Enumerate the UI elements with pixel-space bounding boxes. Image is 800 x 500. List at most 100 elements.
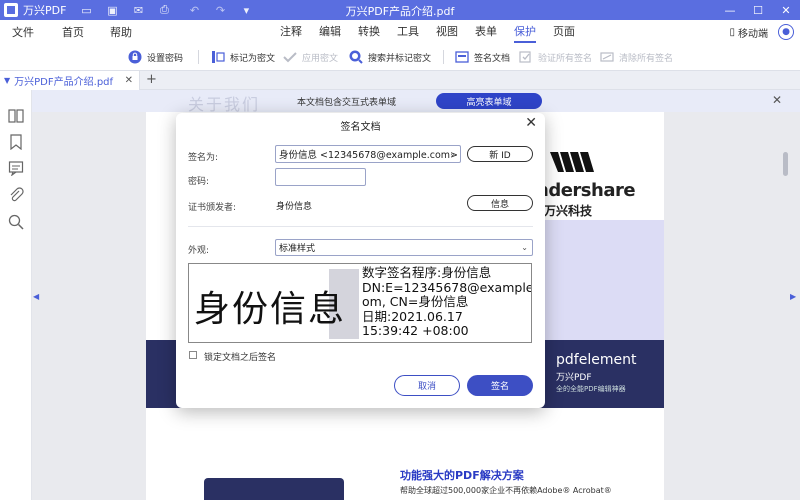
password-label: 密码: [188, 177, 210, 187]
chevron-down-icon[interactable]: ▼ [4, 76, 10, 85]
thumbnails-icon[interactable] [8, 108, 24, 124]
tab-convert[interactable]: 转换 [358, 21, 380, 43]
mobile-icon[interactable]: ▯ [729, 27, 735, 38]
highlight-fields-button[interactable]: 高亮表单域 [436, 93, 542, 109]
chevron-down-icon: ⌄ [521, 243, 528, 252]
signature-icon [455, 51, 469, 63]
title-bar: 万兴PDF ▭ ▣ ✉ ⎙ ↶ ↷ ▾ 万兴PDF产品介绍.pdf — ☐ ✕ [0, 0, 800, 20]
open-file-icon[interactable]: ▭ [78, 4, 94, 17]
menu-bar: 文件 首页 帮助 注释 编辑 转换 工具 视图 表单 保护 页面 ▯ 移动端 ● [0, 20, 800, 44]
menu-file[interactable]: 文件 [12, 24, 34, 40]
preview-line: 数字签名程序:身份信息 [362, 265, 492, 280]
close-window-button[interactable]: ✕ [772, 0, 800, 20]
product-tagline: 全的全能PDF编辑神器 [556, 385, 626, 393]
collapse-right-icon[interactable]: ▶ [790, 292, 796, 301]
issuer-label: 证书颁发者: [188, 203, 237, 213]
clear-signature-icon [600, 52, 614, 62]
info-button[interactable]: 信息 [467, 195, 533, 211]
appearance-select[interactable]: 标准样式 ⌄ [275, 239, 533, 256]
issuer-value: 身份信息 [276, 202, 313, 212]
dialog-close-button[interactable]: ✕ [525, 115, 537, 131]
signature-preview: 身份信息 数字签名程序:身份信息 DN:E=12345678@example.c… [188, 263, 532, 343]
preview-signer-name: 身份信息 [194, 289, 347, 330]
cancel-button[interactable]: 取消 [394, 375, 460, 396]
vertical-scrollbar[interactable] [780, 112, 800, 500]
sign-button[interactable]: 签名 [467, 375, 533, 396]
toolbar-separator [443, 50, 444, 64]
appearance-label: 外观: [188, 246, 210, 256]
check-icon [283, 52, 297, 63]
undo-icon[interactable]: ↶ [186, 4, 202, 17]
tab-protect[interactable]: 保护 [514, 21, 536, 43]
bookmark-icon[interactable] [8, 134, 24, 150]
document-tab-bar: ▼ 万兴PDF产品介绍.pdf ✕ + [0, 70, 800, 90]
left-sidebar [0, 90, 32, 500]
print-icon[interactable]: ⎙ [156, 3, 172, 17]
tab-comment[interactable]: 注释 [280, 21, 302, 43]
clear-signatures-tool[interactable]: 清除所有签名 [600, 50, 673, 64]
mobile-link[interactable]: 移动端 [738, 25, 768, 40]
sign-as-select[interactable]: 身份信息 <12345678@example.com> ⌄ [275, 145, 461, 163]
product-name-cn: 万兴PDF [556, 373, 592, 383]
sign-document-tool[interactable]: 签名文档 [455, 50, 510, 64]
app-name: 万兴PDF [23, 4, 67, 17]
product-screenshot-image [204, 478, 344, 500]
tab-form[interactable]: 表单 [475, 21, 497, 43]
search-icon[interactable] [8, 214, 24, 230]
chevron-down-icon: ⌄ [449, 149, 456, 158]
sign-as-label: 签名为: [188, 153, 219, 163]
wondershare-logo [550, 152, 594, 172]
menu-home[interactable]: 首页 [62, 24, 84, 40]
mail-icon[interactable]: ✉ [130, 4, 146, 17]
dialog-title: 签名文档 [340, 122, 381, 133]
scrollbar-thumb[interactable] [783, 152, 788, 176]
section-heading: 功能强大的PDF解决方案 [400, 469, 524, 482]
user-avatar-icon[interactable]: ● [778, 24, 794, 40]
form-notice-message: 本文档包含交互式表单域 [297, 98, 397, 108]
collapse-left-icon[interactable]: ◀ [33, 292, 39, 301]
maximize-button[interactable]: ☐ [744, 0, 772, 20]
new-tab-button[interactable]: + [146, 72, 157, 87]
set-password-tool[interactable]: 设置密码 [128, 50, 183, 64]
close-tab-button[interactable]: ✕ [125, 75, 133, 86]
preview-line: DN:E=12345678@example.c [362, 279, 532, 295]
redact-mark-icon [212, 51, 225, 63]
mark-redact-tool[interactable]: 标记为密文 [211, 50, 275, 64]
preview-details: 数字签名程序:身份信息 DN:E=12345678@example.c om, … [362, 265, 532, 339]
preview-line: om, CN=身份信息 [362, 294, 469, 309]
preview-line: 15:39:42 +08:00 [362, 323, 469, 338]
preview-line: 日期:2021.06.17 [362, 308, 463, 324]
brand-name: ndershare [536, 180, 636, 201]
section-subheading: 帮助全球超过500,000家企业不再依赖Adobe® Acrobat® [400, 486, 612, 495]
apply-redact-tool[interactable]: 应用密文 [283, 50, 338, 64]
comment-icon[interactable] [8, 160, 24, 176]
verify-signatures-tool[interactable]: 验证所有签名 [519, 50, 592, 64]
close-notice-button[interactable]: ✕ [772, 93, 782, 107]
new-id-button[interactable]: 新 ID [467, 146, 533, 162]
customize-dropdown-icon[interactable]: ▾ [238, 4, 254, 17]
lock-after-sign-label: 锁定文档之后签名 [204, 353, 277, 363]
tab-edit[interactable]: 编辑 [319, 21, 341, 43]
product-name: pdfelement [556, 352, 637, 368]
attachment-icon[interactable] [8, 187, 24, 203]
menu-help[interactable]: 帮助 [110, 24, 132, 40]
document-tab[interactable]: ▼ 万兴PDF产品介绍.pdf ✕ [0, 71, 140, 90]
divider [188, 226, 533, 227]
sign-document-dialog: 签名文档 ✕ 签名为: 身份信息 <12345678@example.com> … [176, 113, 545, 408]
form-notice-bar: 关于我们 本文档包含交互式表单域 高亮表单域 ✕ [32, 90, 800, 114]
search-redact-tool[interactable]: 搜索并标记密文 [349, 50, 431, 64]
verify-icon [519, 51, 531, 63]
tab-tools[interactable]: 工具 [397, 21, 419, 43]
tab-page[interactable]: 页面 [553, 21, 575, 43]
search-icon [349, 50, 363, 64]
brand-name-cn: 万兴科技 [544, 204, 593, 218]
lock-icon [128, 50, 142, 64]
password-field[interactable] [275, 168, 366, 186]
lock-after-sign-checkbox[interactable] [189, 351, 197, 359]
minimize-button[interactable]: — [716, 0, 744, 20]
redo-icon[interactable]: ↷ [212, 4, 228, 17]
lavender-panel [529, 220, 664, 340]
app-logo-icon [4, 3, 18, 17]
tab-view[interactable]: 视图 [436, 21, 458, 43]
save-icon[interactable]: ▣ [104, 4, 120, 17]
